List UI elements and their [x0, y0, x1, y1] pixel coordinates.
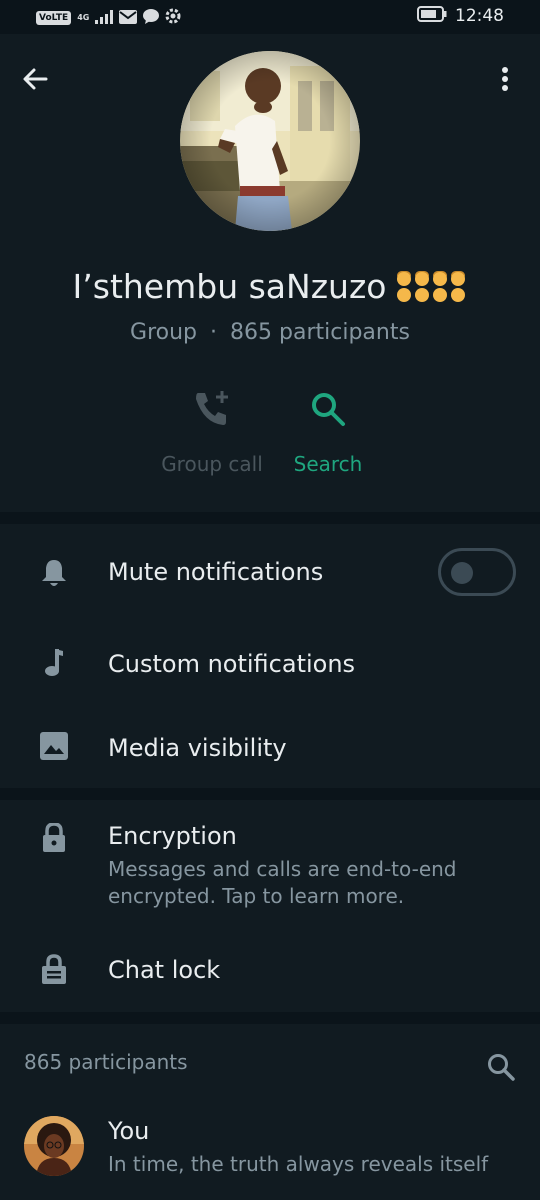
- participant-status: In time, the truth always reveals itself: [108, 1152, 489, 1176]
- encryption-row[interactable]: Encryption Messages and calls are end-to…: [0, 800, 540, 924]
- status-bar: VoLTE 4G 12:48: [0, 0, 540, 34]
- group-type: Group: [130, 320, 198, 345]
- participant-name: You: [108, 1117, 150, 1145]
- bell-icon: [42, 560, 66, 586]
- signal-icon: [95, 9, 114, 28]
- more-options-button[interactable]: [488, 62, 522, 96]
- meta-separator: ·: [210, 320, 218, 345]
- action-bar: Group call Search: [0, 384, 540, 484]
- add-call-icon: [196, 391, 228, 425]
- status-right: 12:48: [417, 6, 504, 26]
- group-meta: Group · 865 participants: [0, 320, 540, 345]
- more-vert-icon: [502, 67, 508, 91]
- custom-notifications-row[interactable]: Custom notifications: [0, 622, 540, 706]
- music-note-icon: [45, 649, 63, 676]
- clock: 12:48: [455, 6, 504, 26]
- search-button[interactable]: Search: [263, 384, 393, 476]
- group-call-button[interactable]: Group call: [147, 384, 277, 476]
- family-emoji: [396, 270, 467, 304]
- search-icon: [488, 1054, 515, 1081]
- mute-label: Mute notifications: [108, 558, 324, 586]
- image-icon: [40, 732, 68, 760]
- participant-count: 865 participants: [230, 320, 410, 345]
- participants-search-button[interactable]: [486, 1052, 518, 1084]
- back-arrow-icon: [23, 68, 48, 90]
- search-icon: [312, 393, 345, 426]
- media-visibility-label: Media visibility: [108, 734, 287, 762]
- security-settings: Encryption Messages and calls are end-to…: [0, 800, 540, 1012]
- group-avatar[interactable]: [180, 51, 360, 231]
- network-type: 4G: [77, 13, 90, 22]
- participants-section: 865 participants You In time, the truth …: [0, 1024, 540, 1200]
- mute-notifications-row[interactable]: Mute notifications: [0, 524, 540, 622]
- participants-header: 865 participants: [24, 1050, 188, 1074]
- gear-icon: [165, 8, 181, 28]
- group-name-text: I’sthembu saNzuzo: [72, 267, 387, 306]
- avatar: [24, 1116, 84, 1176]
- chat-bubble-icon: [143, 8, 160, 28]
- mute-toggle[interactable]: [438, 548, 516, 596]
- notification-settings: Mute notifications Custom notifications …: [0, 524, 540, 788]
- media-visibility-row[interactable]: Media visibility: [0, 706, 540, 788]
- group-header: I’sthembu saNzuzo Group · 865 participan…: [0, 34, 540, 512]
- battery-icon: [417, 6, 447, 26]
- status-left: VoLTE 4G: [36, 8, 181, 28]
- group-call-label: Group call: [161, 452, 263, 476]
- back-button[interactable]: [18, 62, 52, 96]
- group-name[interactable]: I’sthembu saNzuzo: [0, 267, 540, 306]
- toggle-knob: [451, 562, 473, 584]
- mail-icon: [119, 9, 138, 28]
- chat-lock-label: Chat lock: [108, 956, 221, 984]
- chat-lock-icon: [42, 954, 66, 984]
- encryption-description: Messages and calls are end-to-end encryp…: [108, 857, 457, 908]
- volte-badge: VoLTE: [36, 11, 72, 25]
- lock-icon: [43, 823, 65, 852]
- encryption-label: Encryption: [108, 822, 237, 850]
- search-label: Search: [293, 452, 363, 476]
- custom-notifications-label: Custom notifications: [108, 650, 356, 678]
- chat-lock-row[interactable]: Chat lock: [0, 924, 540, 1012]
